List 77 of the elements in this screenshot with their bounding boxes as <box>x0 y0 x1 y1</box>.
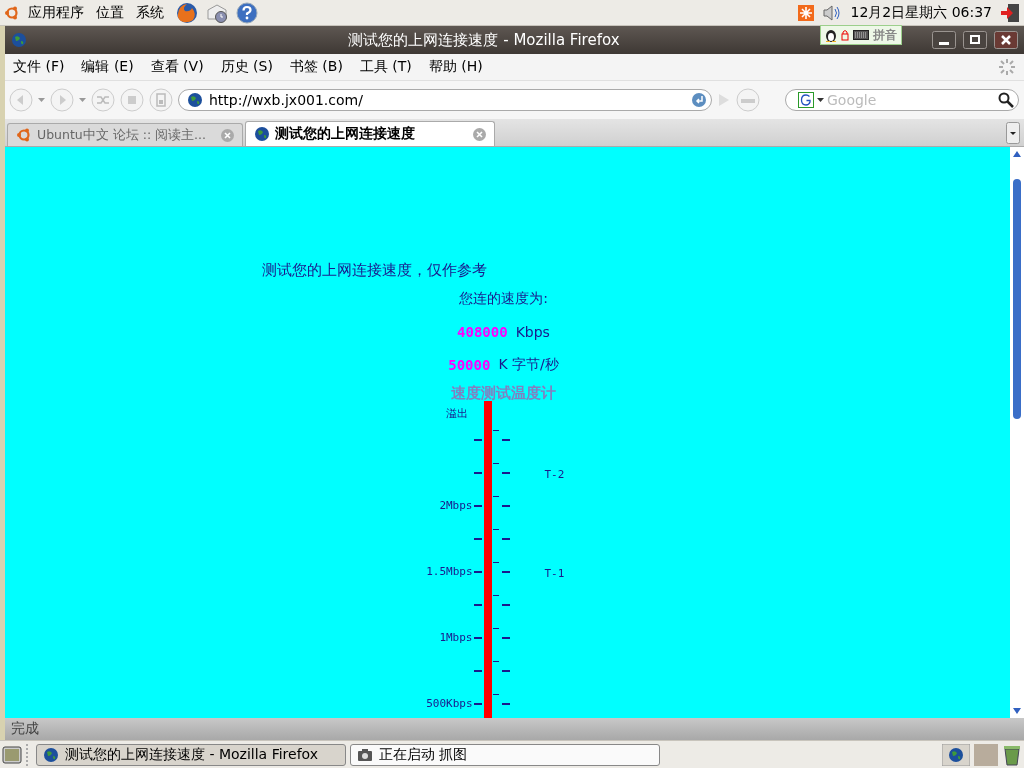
menu-item[interactable]: 工具 (T) <box>359 58 412 76</box>
tick-mark <box>473 570 482 573</box>
scale-label: T-1 <box>544 566 565 580</box>
maximize-icon[interactable] <box>963 31 987 49</box>
globe-icon[interactable] <box>11 32 27 48</box>
tick-mark <box>473 438 482 441</box>
scale-label: 1Mbps <box>439 631 473 644</box>
tab-list-icon[interactable] <box>1006 121 1020 144</box>
thermometer-title: 速度测试温度计 <box>451 382 556 404</box>
ubuntu-logo-icon[interactable] <box>4 4 20 21</box>
keyboard-icon[interactable] <box>853 30 869 40</box>
address-field[interactable]: http://wxb.jx001.com/ <box>178 89 712 111</box>
speed-label: 您连的速度为: <box>459 288 548 308</box>
panel-menu[interactable]: 系统 <box>136 3 164 22</box>
trash-icon[interactable] <box>1002 743 1022 766</box>
speed-value: 50000 <box>448 356 491 373</box>
speed-unit: K 字节/秒 <box>498 355 559 374</box>
scroll-up-icon[interactable] <box>1013 151 1021 157</box>
tick-mark <box>473 471 482 474</box>
panel-menu[interactable]: 应用程序 <box>28 3 84 22</box>
firefox-icon[interactable] <box>176 1 198 24</box>
tick-mark <box>473 636 482 639</box>
scale-label: 2Mbps <box>439 499 473 512</box>
search-input[interactable]: Google <box>827 92 995 108</box>
close-icon[interactable] <box>994 31 1018 49</box>
dropdown-caret-icon[interactable] <box>817 98 824 102</box>
speed-unit: Kbps <box>515 323 550 340</box>
menu-item[interactable]: 查看 (V) <box>150 58 204 76</box>
minimize-icon[interactable] <box>932 31 956 49</box>
show-desktop-icon[interactable] <box>2 744 22 765</box>
globe-icon <box>187 92 203 108</box>
menu-item[interactable]: 历史 (S) <box>220 58 273 76</box>
camera-icon <box>357 746 373 763</box>
panel-menu[interactable]: 位置 <box>96 3 124 22</box>
globe-icon[interactable] <box>942 743 970 766</box>
menu-item[interactable]: 书签 (B) <box>289 58 343 76</box>
status-text: 完成 <box>11 720 39 738</box>
intro-text: 测试您的上网连接速度，仅作参考 <box>262 261 488 280</box>
globe-icon <box>254 126 270 142</box>
go-icon[interactable] <box>691 92 707 108</box>
lock-icon[interactable] <box>841 29 849 41</box>
browser-tab[interactable]: Ubuntu中文 论坛 :: 阅读主... <box>7 123 243 146</box>
browser-tab[interactable]: 测试您的上网连接速度 <box>245 121 495 146</box>
tick-mark <box>473 504 482 507</box>
scrollbar-thumb[interactable] <box>1013 179 1021 419</box>
scrollbar[interactable] <box>1010 147 1024 718</box>
taskbar-button[interactable]: 测试您的上网连接速度 - Mozilla Firefox <box>36 743 346 766</box>
window-title: 测试您的上网连接速度 - Mozilla Firefox <box>348 30 620 50</box>
arrow-right-icon <box>717 93 731 107</box>
tick-mark <box>473 702 482 705</box>
tick-mark <box>473 537 482 540</box>
menu-item[interactable]: 编辑 (E) <box>81 58 134 76</box>
menu-item[interactable]: 帮助 (H) <box>428 58 483 76</box>
menu-item[interactable]: 文件 (F) <box>13 58 65 76</box>
logout-icon[interactable] <box>1000 2 1020 23</box>
scale-label: 溢出 <box>445 405 468 421</box>
speed-value: 408000 <box>457 323 508 340</box>
scale-label: 500Kbps <box>426 697 473 710</box>
search-icon[interactable] <box>998 92 1014 108</box>
workspace-switcher[interactable] <box>974 743 998 766</box>
update-notifier-icon[interactable] <box>798 4 815 21</box>
scale-label: 1.5Mbps <box>426 565 473 578</box>
taskbar-button[interactable]: 正在启动 抓图 <box>350 743 660 766</box>
throbber-icon <box>998 58 1016 76</box>
clock[interactable]: 12月2日星期六 06:37 <box>850 3 992 22</box>
penguin-icon[interactable] <box>825 28 837 42</box>
tick-mark <box>473 669 482 672</box>
google-logo-icon[interactable] <box>798 92 814 108</box>
scroll-down-icon[interactable] <box>1013 708 1021 714</box>
volume-icon[interactable] <box>822 4 843 21</box>
ubuntu-logo-icon <box>16 127 32 143</box>
globe-icon <box>43 746 59 763</box>
search-bar[interactable]: Google <box>785 89 1019 111</box>
scale-label: T-2 <box>544 467 565 481</box>
url-text: http://wxb.jx001.com/ <box>209 92 363 108</box>
help-icon[interactable] <box>236 1 258 24</box>
tick-mark <box>473 603 482 606</box>
